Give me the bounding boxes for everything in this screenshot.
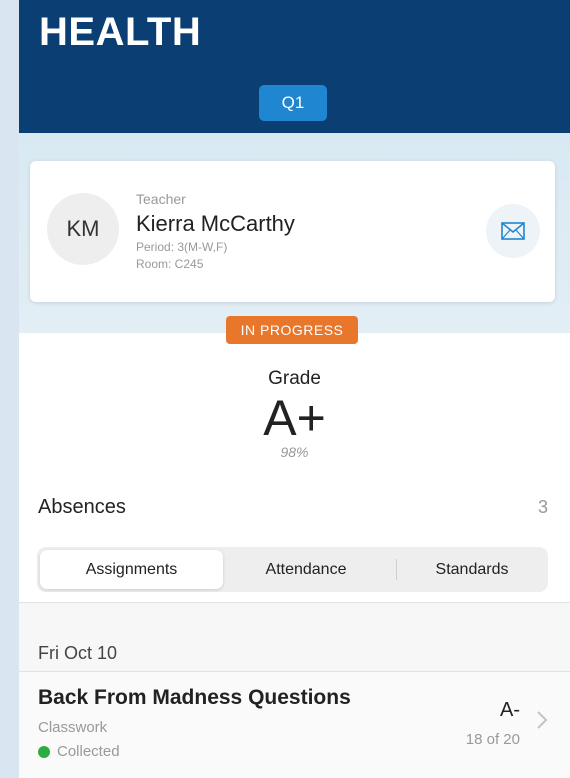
absences-count: 3 <box>537 497 548 517</box>
grade-percent: 98% <box>280 444 309 460</box>
tab-attendance[interactable]: Attendance <box>226 550 386 589</box>
teacher-avatar: KM <box>47 193 119 265</box>
teacher-period: Period: 3(M-W,F) <box>136 240 228 254</box>
teacher-room: Room: C245 <box>136 257 204 271</box>
assignment-title: Back From Madness Questions <box>38 686 351 709</box>
envelope-icon <box>501 222 525 240</box>
date-header: Fri Oct 10 <box>38 643 118 663</box>
teacher-label: Teacher <box>136 191 186 207</box>
status-dot-icon <box>38 745 50 758</box>
class-detail-screen: HEALTH Q1 KM Teacher Kierra McCarthy Per… <box>19 0 570 778</box>
class-header: HEALTH Q1 <box>19 0 570 133</box>
teacher-section: KM Teacher Kierra McCarthy Period: 3(M-W… <box>19 133 570 333</box>
status-badge: IN PROGRESS <box>226 316 358 344</box>
assignment-status: Collected <box>38 743 120 760</box>
email-teacher-button[interactable] <box>486 204 540 258</box>
term-selector-button[interactable]: Q1 <box>259 85 327 121</box>
tab-assignments[interactable]: Assignments <box>40 550 223 589</box>
grade-label: Grade <box>268 368 321 389</box>
grade-letter: A+ <box>263 390 326 446</box>
teacher-name: Kierra McCarthy <box>136 211 295 236</box>
assignment-category: Classwork <box>38 719 108 736</box>
absences-label: Absences <box>38 496 126 518</box>
assignment-score: 18 of 20 <box>465 731 520 748</box>
tab-control: Assignments Attendance Standards <box>37 547 548 592</box>
chevron-right-icon[interactable] <box>536 710 548 730</box>
teacher-card: KM Teacher Kierra McCarthy Period: 3(M-W… <box>30 161 555 302</box>
tab-standards[interactable]: Standards <box>399 550 545 589</box>
assignment-status-label: Collected <box>57 743 120 760</box>
tab-divider <box>396 559 397 580</box>
class-title: HEALTH <box>39 10 202 54</box>
assignment-grade: A- <box>500 699 520 721</box>
